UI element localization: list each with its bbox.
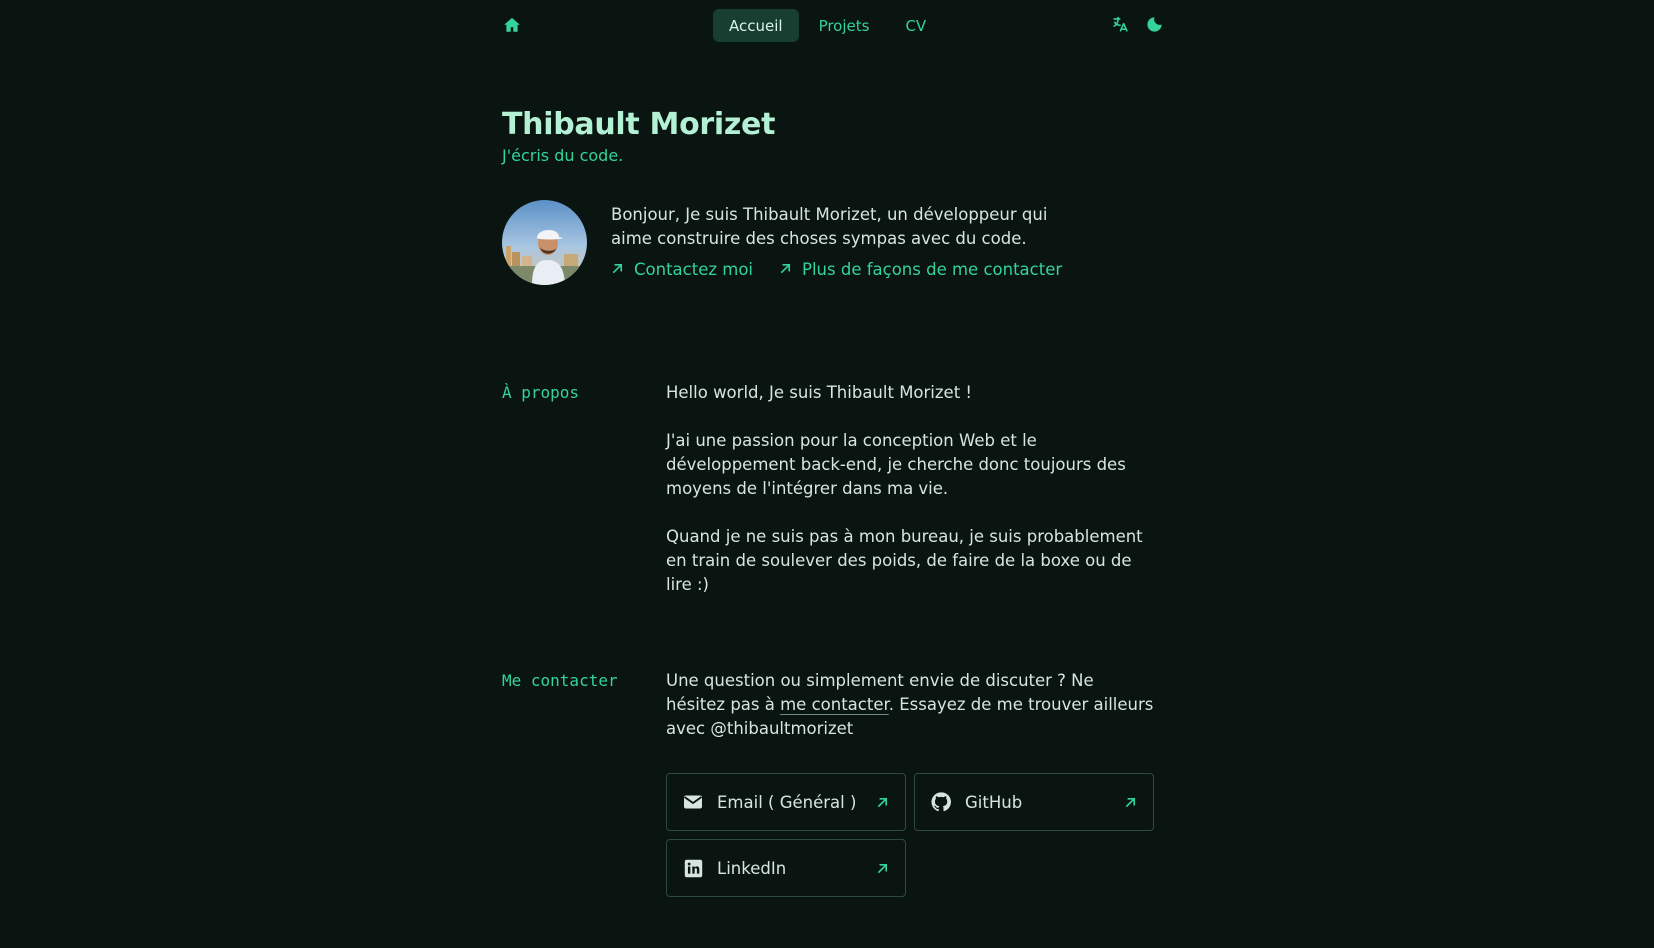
tab-accueil[interactable]: Accueil	[713, 9, 799, 42]
page: Accueil Projets CV Thibault Morizet J'éc…	[0, 0, 1654, 948]
intro-links: Contactez moi Plus de façons de me conta…	[611, 260, 1062, 279]
avatar	[502, 200, 587, 285]
contact-body: Une question ou simplement envie de disc…	[666, 669, 1156, 765]
contact-label: Me contacter	[502, 671, 618, 690]
tab-cv[interactable]: CV	[889, 9, 942, 42]
github-icon	[931, 792, 951, 812]
contact-me-label: Contactez moi	[634, 260, 754, 279]
translate-icon[interactable]	[1110, 14, 1130, 34]
nav-actions	[1110, 14, 1164, 34]
about-body: Hello world, Je suis Thibault Morizet ! …	[666, 381, 1156, 621]
contact-inline-link[interactable]: me contacter	[780, 695, 889, 714]
page-title: Thibault Morizet	[502, 107, 776, 142]
moon-icon[interactable]	[1144, 14, 1164, 34]
about-paragraph: J'ai une passion pour la conception Web …	[666, 431, 1126, 498]
tab-projets[interactable]: Projets	[803, 9, 886, 42]
arrow-up-right-icon	[875, 795, 889, 809]
about-paragraph: Hello world, Je suis Thibault Morizet !	[666, 383, 973, 402]
intro-text: Bonjour, Je suis Thibault Morizet, un dé…	[611, 205, 1048, 248]
contact-me-link[interactable]: Contactez moi	[611, 260, 753, 279]
about-paragraph: Quand je ne suis pas à mon bureau, je su…	[666, 527, 1143, 594]
linkedin-card[interactable]: LinkedIn	[666, 839, 906, 897]
linkedin-card-label: LinkedIn	[717, 858, 787, 878]
email-card[interactable]: Email ( Général )	[666, 773, 906, 831]
linkedin-icon	[683, 858, 703, 878]
about-label: À propos	[502, 383, 580, 402]
arrow-up-right-icon	[875, 861, 889, 875]
email-card-label: Email ( Général )	[717, 792, 857, 812]
mail-icon	[683, 792, 703, 812]
home-icon[interactable]	[502, 14, 522, 36]
github-card-label: GitHub	[965, 792, 1023, 812]
arrow-up-right-icon	[611, 260, 624, 279]
tagline: J'écris du code.	[502, 146, 624, 165]
nav-tabs: Accueil Projets CV	[713, 9, 942, 42]
arrow-up-right-icon	[779, 260, 792, 279]
more-contact-link[interactable]: Plus de façons de me contacter	[779, 260, 1062, 279]
more-contact-label: Plus de façons de me contacter	[802, 260, 1063, 279]
top-nav: Accueil Projets CV	[502, 9, 1164, 43]
arrow-up-right-icon	[1123, 795, 1137, 809]
github-card[interactable]: GitHub	[914, 773, 1154, 831]
